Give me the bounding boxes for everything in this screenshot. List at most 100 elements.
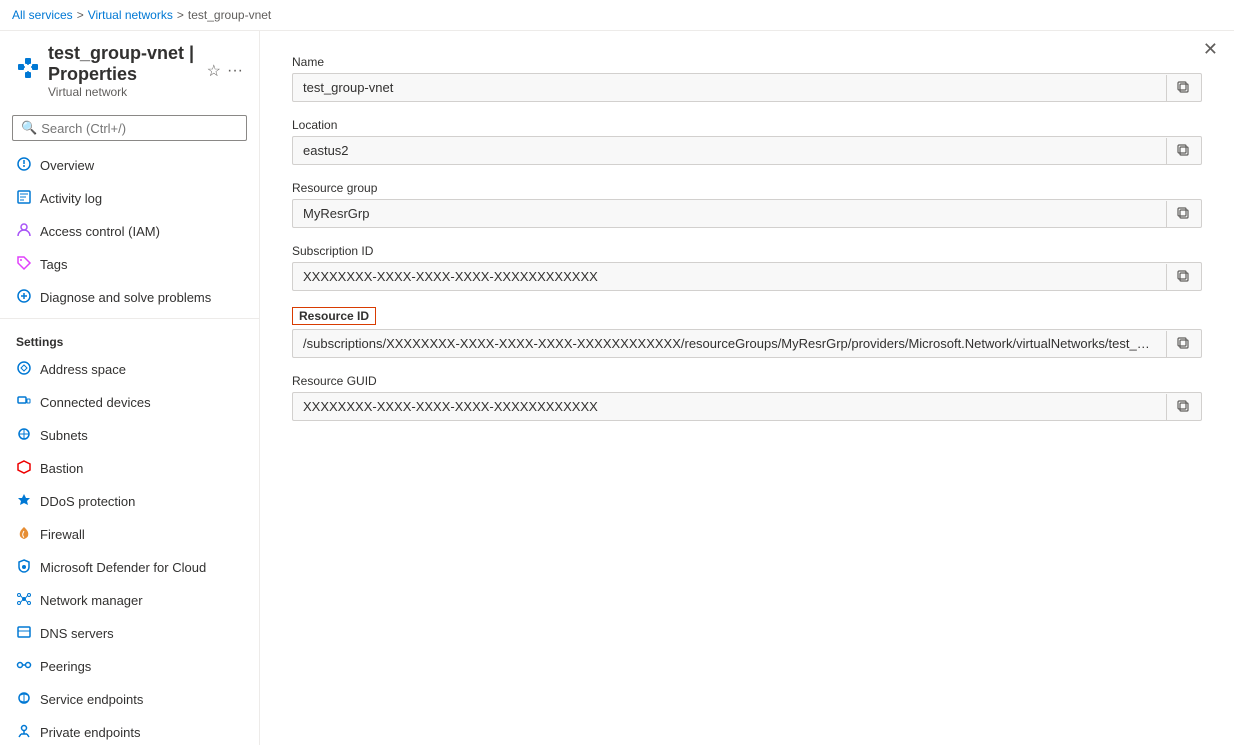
field-label-location: Location: [292, 118, 1202, 132]
field-value-resource-group: MyResrGrp: [293, 200, 1166, 227]
breadcrumb-current: test_group-vnet: [188, 8, 271, 22]
field-value-row-name: test_group-vnet: [292, 73, 1202, 102]
sidebar-item-label: Overview: [40, 158, 94, 173]
sidebar-item-label: Microsoft Defender for Cloud: [40, 560, 206, 575]
sidebar-item-label: Private endpoints: [40, 725, 140, 740]
private-icon: [16, 723, 32, 742]
field-label-resource-guid: Resource GUID: [292, 374, 1202, 388]
field-group-location: Location eastus2: [292, 118, 1202, 165]
sidebar-item-dns[interactable]: DNS servers: [0, 617, 259, 650]
sidebar-item-tags[interactable]: Tags: [0, 248, 259, 281]
sidebar-item-label: Service endpoints: [40, 692, 143, 707]
vnet-icon: [16, 56, 40, 86]
dns-icon: [16, 624, 32, 643]
sidebar-item-label: Address space: [40, 362, 126, 377]
content-area: ✕ Name test_group-vnet Location eastus2 Reso…: [260, 31, 1234, 745]
nav-divider: [0, 318, 259, 319]
sidebar-item-peerings[interactable]: Peerings: [0, 650, 259, 683]
sidebar-item-diagnose[interactable]: Diagnose and solve problems: [0, 281, 259, 314]
search-input[interactable]: [41, 121, 238, 136]
search-box[interactable]: 🔍: [12, 115, 247, 141]
field-value-row-location: eastus2: [292, 136, 1202, 165]
field-value-row-subscription-id: XXXXXXXX-XXXX-XXXX-XXXX-XXXXXXXXXXXX: [292, 262, 1202, 291]
firewall-icon: [16, 525, 32, 544]
copy-button-name[interactable]: [1166, 75, 1201, 101]
copy-button-resource-id[interactable]: [1166, 331, 1201, 357]
field-label-name: Name: [292, 55, 1202, 69]
sidebar-item-label: Connected devices: [40, 395, 151, 410]
field-value-row-resource-group: MyResrGrp: [292, 199, 1202, 228]
sidebar-item-label: Tags: [40, 257, 67, 272]
field-value-name: test_group-vnet: [293, 74, 1166, 101]
sidebar-item-label: Peerings: [40, 659, 91, 674]
properties-form: Name test_group-vnet Location eastus2 Resour…: [292, 55, 1202, 421]
close-button[interactable]: ✕: [1203, 39, 1218, 60]
address-icon: [16, 360, 32, 379]
service-icon: [16, 690, 32, 709]
sidebar-item-label: Subnets: [40, 428, 88, 443]
sidebar-item-firewall[interactable]: Firewall: [0, 518, 259, 551]
field-group-name: Name test_group-vnet: [292, 55, 1202, 102]
field-value-subscription-id: XXXXXXXX-XXXX-XXXX-XXXX-XXXXXXXXXXXX: [293, 263, 1166, 290]
bastion-icon: [16, 459, 32, 478]
more-button[interactable]: ···: [227, 62, 243, 80]
breadcrumb: All services > Virtual networks > test_g…: [0, 0, 1234, 31]
ddos-icon: [16, 492, 32, 511]
copy-button-subscription-id[interactable]: [1166, 264, 1201, 290]
sidebar-item-subnets[interactable]: Subnets: [0, 419, 259, 452]
defender-icon: [16, 558, 32, 577]
sidebar: test_group-vnet | Properties Virtual net…: [0, 31, 260, 745]
field-group-resource-id: Resource ID/subscriptions/XXXXXXXX-XXXX-…: [292, 307, 1202, 358]
sidebar-item-private-endpoints[interactable]: Private endpoints: [0, 716, 259, 745]
network-icon: [16, 591, 32, 610]
diagnose-icon: [16, 288, 32, 307]
field-group-resource-guid: Resource GUID XXXXXXXX-XXXX-XXXX-XXXX-XXX…: [292, 374, 1202, 421]
field-value-location: eastus2: [293, 137, 1166, 164]
sidebar-item-label: Firewall: [40, 527, 85, 542]
sidebar-item-defender[interactable]: Microsoft Defender for Cloud: [0, 551, 259, 584]
subnets-icon: [16, 426, 32, 445]
field-label-subscription-id: Subscription ID: [292, 244, 1202, 258]
field-label-resource-id: Resource ID: [292, 307, 376, 325]
peerings-icon: [16, 657, 32, 676]
activity-icon: [16, 189, 32, 208]
sidebar-item-iam[interactable]: Access control (IAM): [0, 215, 259, 248]
sidebar-item-label: DNS servers: [40, 626, 114, 641]
sidebar-item-activity-log[interactable]: Activity log: [0, 182, 259, 215]
copy-button-resource-group[interactable]: [1166, 201, 1201, 227]
copy-button-location[interactable]: [1166, 138, 1201, 164]
page-title: test_group-vnet | Properties: [48, 43, 195, 85]
sidebar-item-ddos[interactable]: DDoS protection: [0, 485, 259, 518]
sidebar-item-label: DDoS protection: [40, 494, 135, 509]
sidebar-item-bastion[interactable]: Bastion: [0, 452, 259, 485]
sidebar-item-connected-devices[interactable]: Connected devices: [0, 386, 259, 419]
settings-section-label: Settings: [0, 323, 259, 353]
field-label-resource-group: Resource group: [292, 181, 1202, 195]
page-subtitle: Virtual network: [48, 85, 195, 99]
favorite-button[interactable]: ☆: [207, 61, 221, 81]
sidebar-item-address-space[interactable]: Address space: [0, 353, 259, 386]
breadcrumb-all-services[interactable]: All services: [12, 8, 73, 22]
sidebar-item-service-endpoints[interactable]: Service endpoints: [0, 683, 259, 716]
sidebar-item-overview[interactable]: Overview: [0, 149, 259, 182]
sidebar-header: test_group-vnet | Properties Virtual net…: [0, 31, 259, 107]
copy-button-resource-guid[interactable]: [1166, 394, 1201, 420]
field-group-subscription-id: Subscription ID XXXXXXXX-XXXX-XXXX-XXXX-X…: [292, 244, 1202, 291]
search-icon: 🔍: [21, 120, 37, 136]
breadcrumb-virtual-networks[interactable]: Virtual networks: [88, 8, 173, 22]
overview-icon: [16, 156, 32, 175]
field-value-resource-id: /subscriptions/XXXXXXXX-XXXX-XXXX-XXXX-X…: [293, 330, 1166, 357]
sidebar-item-label: Diagnose and solve problems: [40, 290, 211, 305]
sidebar-item-network-manager[interactable]: Network manager: [0, 584, 259, 617]
sidebar-item-label: Bastion: [40, 461, 83, 476]
field-group-resource-group: Resource group MyResrGrp: [292, 181, 1202, 228]
iam-icon: [16, 222, 32, 241]
tags-icon: [16, 255, 32, 274]
sidebar-item-label: Network manager: [40, 593, 143, 608]
devices-icon: [16, 393, 32, 412]
field-value-row-resource-id: /subscriptions/XXXXXXXX-XXXX-XXXX-XXXX-X…: [292, 329, 1202, 358]
sidebar-nav: Overview Activity log Access control (IA…: [0, 149, 259, 745]
sidebar-item-label: Activity log: [40, 191, 102, 206]
field-value-row-resource-guid: XXXXXXXX-XXXX-XXXX-XXXX-XXXXXXXXXXXX: [292, 392, 1202, 421]
field-value-resource-guid: XXXXXXXX-XXXX-XXXX-XXXX-XXXXXXXXXXXX: [293, 393, 1166, 420]
